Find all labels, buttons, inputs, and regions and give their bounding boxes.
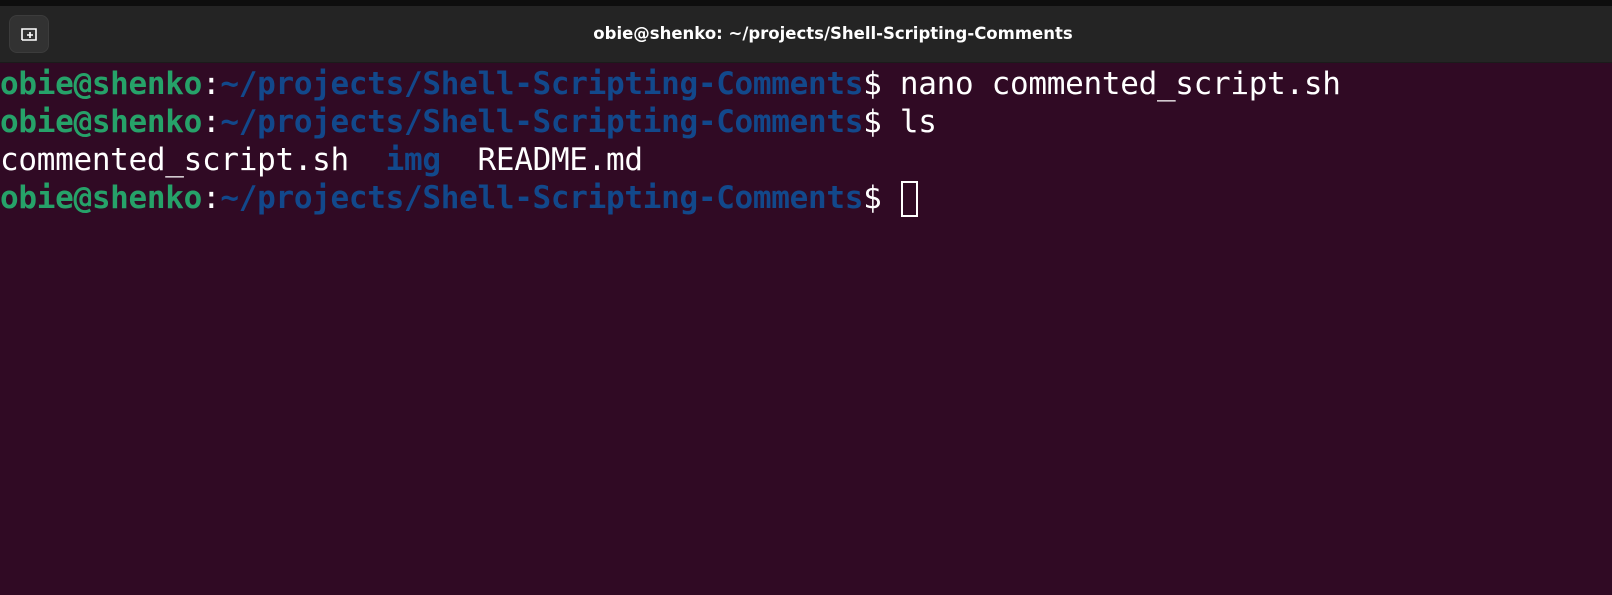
terminal-cursor [900, 181, 918, 217]
prompt-dollar: $ [863, 180, 882, 216]
prompt-path: ~/projects/Shell-Scripting-Comments [220, 104, 864, 140]
command-text: nano commented_script.sh [881, 66, 1341, 102]
prompt-user-host: obie@shenko [0, 66, 202, 102]
terminal-window: obie@shenko: ~/projects/Shell-Scripting-… [0, 0, 1612, 595]
file-entry: commented_script.sh [0, 142, 349, 178]
prompt-dollar: $ [863, 66, 882, 102]
prompt-dollar: $ [863, 104, 882, 140]
terminal-line: obie@shenko:~/projects/Shell-Scripting-C… [0, 65, 1612, 103]
prompt-path: ~/projects/Shell-Scripting-Comments [220, 66, 864, 102]
prompt-colon: : [202, 180, 221, 216]
command-text: ls [881, 104, 937, 140]
prompt-colon: : [202, 104, 221, 140]
prompt-user-host: obie@shenko [0, 180, 202, 216]
title-bar: obie@shenko: ~/projects/Shell-Scripting-… [0, 6, 1612, 63]
terminal-line: obie@shenko:~/projects/Shell-Scripting-C… [0, 103, 1612, 141]
window-title: obie@shenko: ~/projects/Shell-Scripting-… [593, 24, 1073, 43]
directory-entry: img [385, 142, 441, 178]
ls-output-line: commented_script.sh img README.md [0, 141, 1612, 179]
file-entry: README.md [477, 142, 643, 178]
terminal-output[interactable]: obie@shenko:~/projects/Shell-Scripting-C… [0, 63, 1612, 217]
prompt-user-host: obie@shenko [0, 104, 202, 140]
terminal-line: obie@shenko:~/projects/Shell-Scripting-C… [0, 179, 1612, 217]
prompt-colon: : [202, 66, 221, 102]
command-text [881, 180, 899, 216]
prompt-path: ~/projects/Shell-Scripting-Comments [220, 180, 864, 216]
